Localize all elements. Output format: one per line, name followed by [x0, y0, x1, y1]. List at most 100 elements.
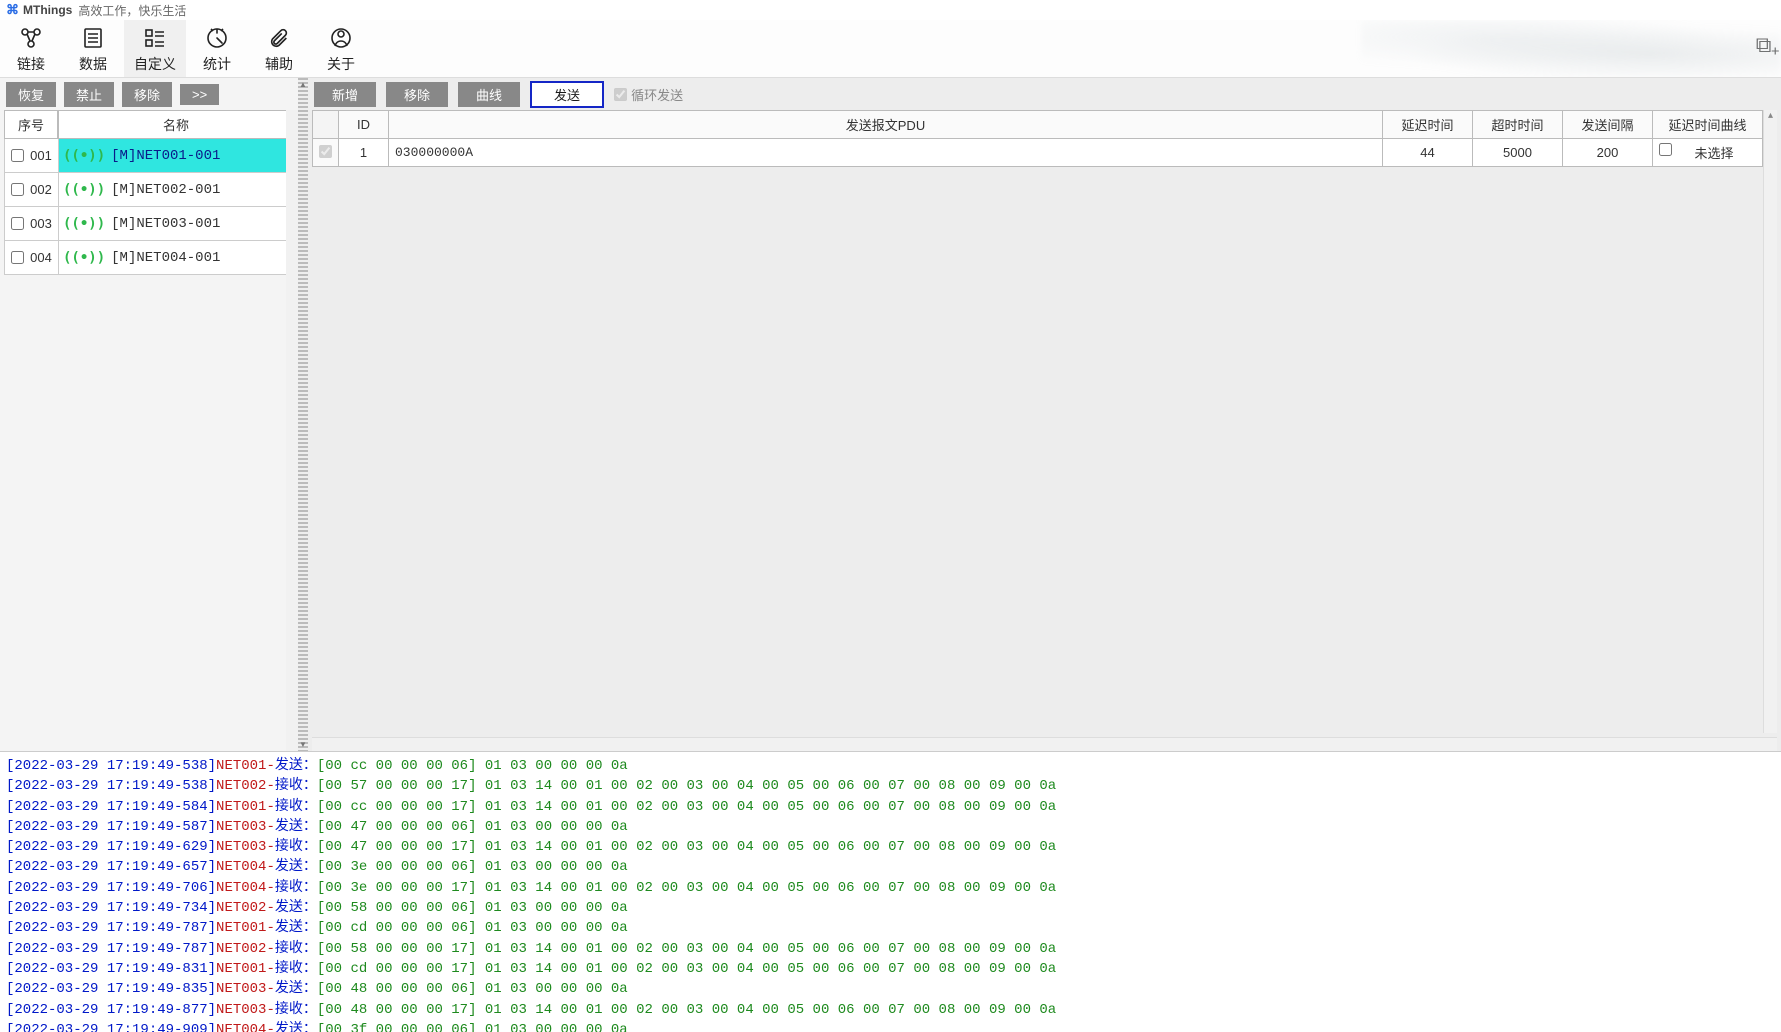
- device-checkbox[interactable]: [11, 183, 24, 196]
- toolbar-数据[interactable]: 数据: [62, 20, 124, 78]
- log-line: [2022-03-29 17:19:49-909]NET004-发送：[00 3…: [6, 1020, 1775, 1032]
- device-row[interactable]: 003 ((•))[M]NET003-001: [4, 207, 294, 241]
- device-seq: 003: [30, 216, 52, 231]
- left-pane: 恢复 禁止 移除 >> 序号 名称 001((•))[M]NET001-0010…: [0, 78, 298, 751]
- log-line: [2022-03-29 17:19:49-538]NET002-接收：[00 5…: [6, 776, 1775, 796]
- col-name: 名称: [58, 110, 294, 139]
- grid-scrollbar-vertical[interactable]: [1763, 110, 1777, 733]
- col-id: ID: [339, 111, 389, 139]
- device-row[interactable]: 001 ((•))[M]NET001-001: [4, 139, 294, 173]
- logo-icon: ⌘: [6, 2, 19, 18]
- curve-button[interactable]: 曲线: [458, 82, 520, 107]
- pdu-grid: ID 发送报文PDU 延迟时间 超时时间 发送间隔 延迟时间曲线 1030000…: [312, 110, 1763, 167]
- app-slogan: 高效工作，快乐生活: [78, 2, 186, 19]
- log-line: [2022-03-29 17:19:49-787]NET002-接收：[00 5…: [6, 939, 1775, 959]
- remove-row-button[interactable]: 移除: [386, 82, 448, 107]
- grid-timeout[interactable]: 5000: [1473, 139, 1563, 167]
- forbid-button[interactable]: 禁止: [64, 82, 114, 107]
- log-line: [2022-03-29 17:19:49-706]NET004-接收：[00 3…: [6, 878, 1775, 898]
- toolbar-icon: [329, 24, 353, 52]
- device-seq: 004: [30, 250, 52, 265]
- add-button[interactable]: 新增: [314, 82, 376, 107]
- signal-icon: ((•)): [63, 250, 105, 266]
- loop-send-checkbox[interactable]: [614, 88, 627, 101]
- right-toolbar: 新增 移除 曲线 发送 循环发送: [308, 78, 1781, 110]
- grid-delay[interactable]: 44: [1383, 139, 1473, 167]
- log-line: [2022-03-29 17:19:49-538]NET001-发送：[00 c…: [6, 756, 1775, 776]
- grid-corner: [313, 111, 339, 139]
- grid-curve[interactable]: 未选择: [1653, 139, 1763, 167]
- device-table-header: 序号 名称: [4, 110, 294, 139]
- device-seq-cell: 001: [5, 139, 59, 172]
- toolbar-label: 辅助: [265, 54, 293, 74]
- device-checkbox[interactable]: [11, 251, 24, 264]
- device-seq-cell: 002: [5, 173, 59, 206]
- signal-icon: ((•)): [63, 182, 105, 198]
- grid-row[interactable]: 1030000000A445000200未选择: [313, 139, 1763, 167]
- device-name: [M]NET004-001: [111, 250, 220, 266]
- toolbar-label: 链接: [17, 54, 45, 74]
- app-name: MThings: [23, 3, 72, 17]
- device-row[interactable]: 002 ((•)) [M]NET002-001: [4, 173, 294, 207]
- log-line: [2022-03-29 17:19:49-835]NET003-发送：[00 4…: [6, 979, 1775, 999]
- vertical-splitter[interactable]: [298, 78, 308, 751]
- restore-button[interactable]: 恢复: [6, 82, 56, 107]
- toolbar-icon: [268, 24, 290, 52]
- log-line: [2022-03-29 17:19:49-629]NET003-接收：[00 4…: [6, 837, 1775, 857]
- log-line: [2022-03-29 17:19:49-877]NET003-接收：[00 4…: [6, 1000, 1775, 1020]
- log-line: [2022-03-29 17:19:49-584]NET001-接收：[00 c…: [6, 797, 1775, 817]
- device-seq: 002: [30, 182, 52, 197]
- log-line: [2022-03-29 17:19:49-831]NET001-接收：[00 c…: [6, 959, 1775, 979]
- device-checkbox[interactable]: [11, 149, 24, 162]
- toolbar-链接[interactable]: 链接: [0, 20, 62, 78]
- toolbar-自定义[interactable]: 自定义: [124, 20, 186, 78]
- toolbar-icon: [142, 24, 168, 52]
- toolbar-统计[interactable]: 统计: [186, 20, 248, 78]
- device-name-cell[interactable]: ((•)) [M]NET002-001: [59, 173, 293, 206]
- grid-interval[interactable]: 200: [1563, 139, 1653, 167]
- loop-send-label[interactable]: 循环发送: [614, 85, 683, 104]
- curve-checkbox[interactable]: [1659, 143, 1672, 156]
- main-toolbar: 链接 数据 自定义 统计 辅助 关于 ⧉₊: [0, 20, 1781, 78]
- log-line: [2022-03-29 17:19:49-734]NET002-发送：[00 5…: [6, 898, 1775, 918]
- left-toolbar: 恢复 禁止 移除 >>: [0, 78, 298, 110]
- device-checkbox[interactable]: [11, 217, 24, 230]
- toolbar-关于[interactable]: 关于: [310, 20, 372, 78]
- grid-pdu[interactable]: 030000000A: [389, 139, 1383, 167]
- new-panel-icon[interactable]: ⧉₊: [1756, 32, 1779, 58]
- send-button[interactable]: 发送: [530, 81, 604, 108]
- toolbar-icon: [18, 24, 44, 52]
- toolbar-label: 数据: [79, 54, 107, 74]
- device-name-cell[interactable]: ((•))[M]NET003-001: [59, 207, 293, 240]
- scrollbar-vertical[interactable]: [286, 110, 298, 751]
- toolbar-辅助[interactable]: 辅助: [248, 20, 310, 78]
- device-seq-cell: 004: [5, 241, 59, 274]
- toolbar-label: 自定义: [134, 54, 176, 74]
- signal-icon: ((•)): [63, 216, 105, 232]
- right-pane: 新增 移除 曲线 发送 循环发送 ID 发送报文PDU 延迟时间 超时时间 发送…: [308, 78, 1781, 751]
- device-table: 序号 名称 001((•))[M]NET001-001002((•))[M]NE…: [4, 110, 294, 275]
- log-pane[interactable]: [2022-03-29 17:19:49-538]NET001-发送：[00 c…: [0, 752, 1781, 1032]
- log-line: [2022-03-29 17:19:49-657]NET004-发送：[00 3…: [6, 857, 1775, 877]
- col-seq: 序号: [4, 110, 58, 139]
- forward-button[interactable]: >>: [180, 84, 219, 105]
- device-name-cell[interactable]: ((•)) [M]NET004-001: [59, 241, 293, 274]
- device-name-cell[interactable]: ((•))[M]NET001-001: [59, 139, 293, 172]
- titlebar: ⌘ MThings 高效工作，快乐生活: [0, 0, 1781, 20]
- grid-scrollbar-horizontal[interactable]: [312, 737, 1777, 751]
- toolbar-icon: [205, 24, 229, 52]
- main-area: 恢复 禁止 移除 >> 序号 名称 001((•))[M]NET001-0010…: [0, 78, 1781, 752]
- col-delay: 延迟时间: [1383, 111, 1473, 139]
- col-interval: 发送间隔: [1563, 111, 1653, 139]
- device-row[interactable]: 004 ((•)) [M]NET004-001: [4, 241, 294, 275]
- col-timeout: 超时时间: [1473, 111, 1563, 139]
- toolbar-label: 统计: [203, 54, 231, 74]
- device-name: [M]NET001-001: [111, 148, 220, 164]
- device-seq: 001: [30, 148, 52, 163]
- grid-row-check[interactable]: [313, 139, 339, 167]
- log-line: [2022-03-29 17:19:49-787]NET001-发送：[00 c…: [6, 918, 1775, 938]
- toolbar-label: 关于: [327, 54, 355, 74]
- grid-id: 1: [339, 139, 389, 167]
- device-name: [M]NET002-001: [111, 182, 220, 198]
- remove-button[interactable]: 移除: [122, 82, 172, 107]
